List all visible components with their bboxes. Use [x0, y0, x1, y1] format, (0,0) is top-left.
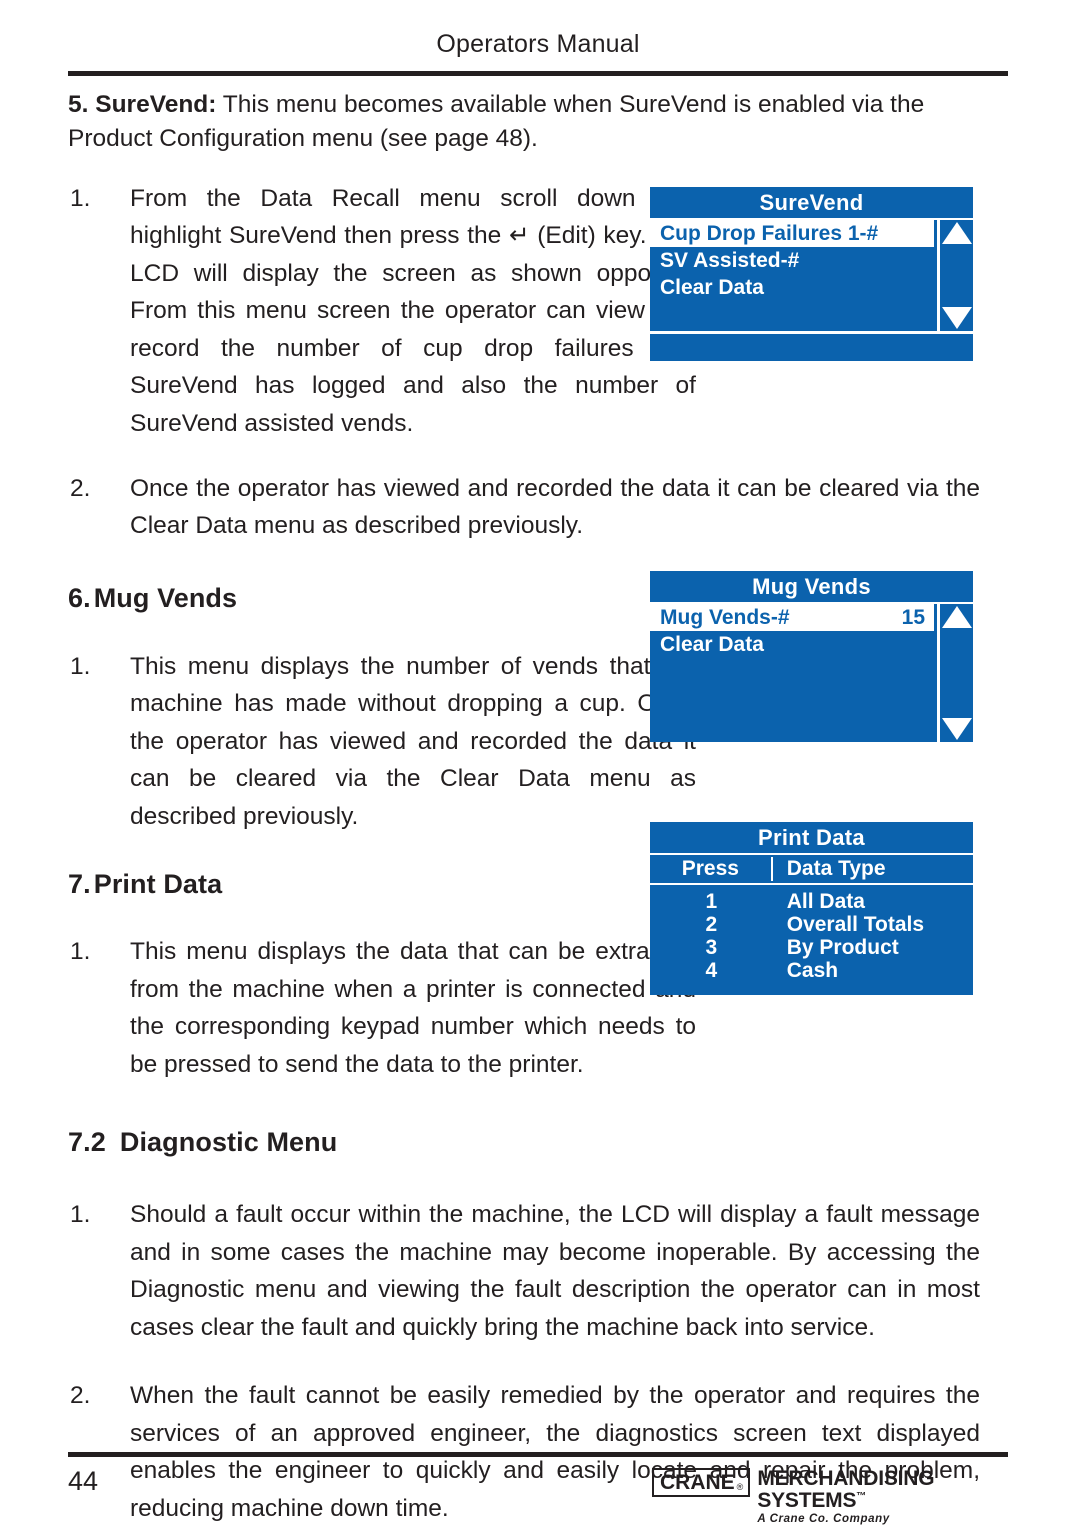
cell-press: 3	[705, 935, 718, 959]
crane-logo-box: CRANE ®	[652, 1468, 751, 1497]
lcd-menu-item[interactable]: SV Assisted-#	[650, 247, 934, 274]
lcd-screen-print-data: Print Data Press Data Type 1 All Data 2 …	[650, 822, 973, 995]
scroll-down-icon[interactable]	[941, 307, 972, 329]
lcd-scrollbar[interactable]	[937, 220, 973, 331]
cell-press: 1	[705, 889, 718, 913]
crane-logo: CRANE ® MERCHANDISING SYSTEMS™ A Crane C…	[652, 1467, 1008, 1526]
lcd-body: Cup Drop Failures 1-# SV Assisted-# Clea…	[650, 220, 973, 331]
table-row[interactable]: 3 By Product	[650, 936, 973, 959]
lcd-title: SureVend	[650, 187, 973, 220]
lcd-menu-item-label: Mug Vends-#	[660, 605, 790, 629]
lcd-menu-item[interactable]: Clear Data	[650, 274, 934, 301]
print-data-step-1: 1. This menu displays the data that can …	[68, 933, 696, 1083]
cell-press: 2	[705, 912, 718, 936]
heading-label: Print Data	[93, 869, 223, 900]
table-row[interactable]: 2 Overall Totals	[650, 913, 973, 936]
surevend-step-1: 1. From the Data Recall menu scroll down…	[68, 180, 696, 442]
column-header-press: Press	[650, 857, 773, 881]
diagnostic-step-1: 1. Should a fault occur within the machi…	[68, 1196, 980, 1346]
list-number: 1.	[70, 938, 91, 966]
crane-wordmark: CRANE	[660, 1471, 735, 1494]
lcd-menu-item-label: SV Assisted-#	[660, 248, 800, 272]
cell-data-type: All Data	[786, 889, 865, 913]
trademark-icon: ™	[856, 1491, 867, 1503]
cell-data-type: By Product	[786, 935, 899, 959]
list-number: 1.	[70, 184, 91, 212]
list-text: Should a fault occur within the machine,…	[130, 1201, 980, 1341]
lcd-scrollbar[interactable]	[937, 604, 973, 742]
cell-press: 4	[705, 958, 718, 982]
crane-tagline: A Crane Co. Company	[757, 1513, 890, 1526]
manual-page: Operators Manual 5. SureVend: This menu …	[0, 0, 1080, 1526]
lcd-menu-item-selected[interactable]: Cup Drop Failures 1-#	[650, 220, 934, 247]
lcd-title: Print Data	[650, 822, 973, 855]
scroll-up-icon[interactable]	[941, 222, 972, 244]
page-header-title: Operators Manual	[436, 30, 640, 58]
page-number: 44	[68, 1466, 99, 1496]
list-text: This menu displays the data that can be …	[130, 938, 696, 1078]
heading-label: Diagnostic Menu	[119, 1127, 338, 1158]
heading-number: 7.	[68, 869, 91, 900]
lcd-title: Mug Vends	[650, 571, 973, 604]
footer-rule	[68, 1452, 1008, 1457]
lcd-screen-mug-vends: Mug Vends Mug Vends-# 15 Clear Data	[650, 571, 973, 742]
column-header-data-type: Data Type	[786, 857, 886, 880]
lcd-screen-surevend: SureVend Cup Drop Failures 1-# SV Assist…	[650, 187, 973, 361]
lcd-menu-list: Cup Drop Failures 1-# SV Assisted-# Clea…	[650, 220, 934, 331]
heading-label: Mug Vends	[93, 582, 238, 613]
list-number: 2.	[70, 474, 91, 502]
lcd-menu-item-label: Clear Data	[660, 632, 764, 656]
mug-vends-step-1: 1. This menu displays the number of vend…	[68, 648, 696, 835]
lcd-status-bar	[650, 331, 973, 361]
surevend-step-2: 2. Once the operator has viewed and reco…	[68, 470, 980, 545]
lcd-menu-item-label: Cup Drop Failures 1-#	[660, 221, 879, 245]
list-text: From the Data Recall menu scroll down an…	[130, 184, 696, 437]
list-number: 1.	[70, 652, 91, 680]
lcd-body: Mug Vends-# 15 Clear Data	[650, 604, 973, 742]
heading-diagnostic-menu: 7.2 Diagnostic Menu	[68, 1127, 980, 1158]
intro-label: 5. SureVend:	[68, 91, 217, 118]
list-text: Once the operator has viewed and recorde…	[130, 474, 980, 540]
table-row[interactable]: 1 All Data	[650, 890, 973, 913]
lcd-menu-item-value: 15	[901, 605, 925, 629]
list-text: This menu displays the number of vends t…	[130, 652, 696, 830]
lcd-menu-item-label: Clear Data	[660, 275, 764, 299]
lcd-menu-item[interactable]: Clear Data	[650, 631, 934, 658]
scroll-down-icon[interactable]	[941, 718, 972, 740]
page-header: Operators Manual	[68, 30, 1008, 59]
registered-icon: ®	[736, 1482, 744, 1492]
lcd-menu-list: Mug Vends-# 15 Clear Data	[650, 604, 934, 742]
merchandising-systems-label: MERCHANDISING SYSTEMS™	[757, 1467, 1008, 1513]
lcd-menu-item-selected[interactable]: Mug Vends-# 15	[650, 604, 934, 631]
heading-number: 7.2	[68, 1127, 106, 1158]
header-rule	[68, 71, 1008, 76]
table-row[interactable]: 4 Cash	[650, 959, 973, 982]
list-number: 2.	[70, 1382, 91, 1410]
print-data-table-header: Press Data Type	[650, 855, 973, 885]
list-number: 1.	[70, 1201, 91, 1229]
heading-number: 6.	[68, 582, 91, 613]
crane-logo-text: MERCHANDISING SYSTEMS™ A Crane Co. Compa…	[757, 1467, 1008, 1526]
cell-data-type: Overall Totals	[786, 912, 925, 936]
page-footer: 44 CRANE ® MERCHANDISING SYSTEMS™ A Cran…	[68, 1466, 1008, 1525]
cell-data-type: Cash	[786, 958, 839, 982]
scroll-up-icon[interactable]	[941, 606, 972, 628]
intro-paragraph: 5. SureVend: This menu becomes available…	[68, 88, 980, 156]
merchandising-systems-text: MERCHANDISING SYSTEMS	[757, 1467, 935, 1513]
